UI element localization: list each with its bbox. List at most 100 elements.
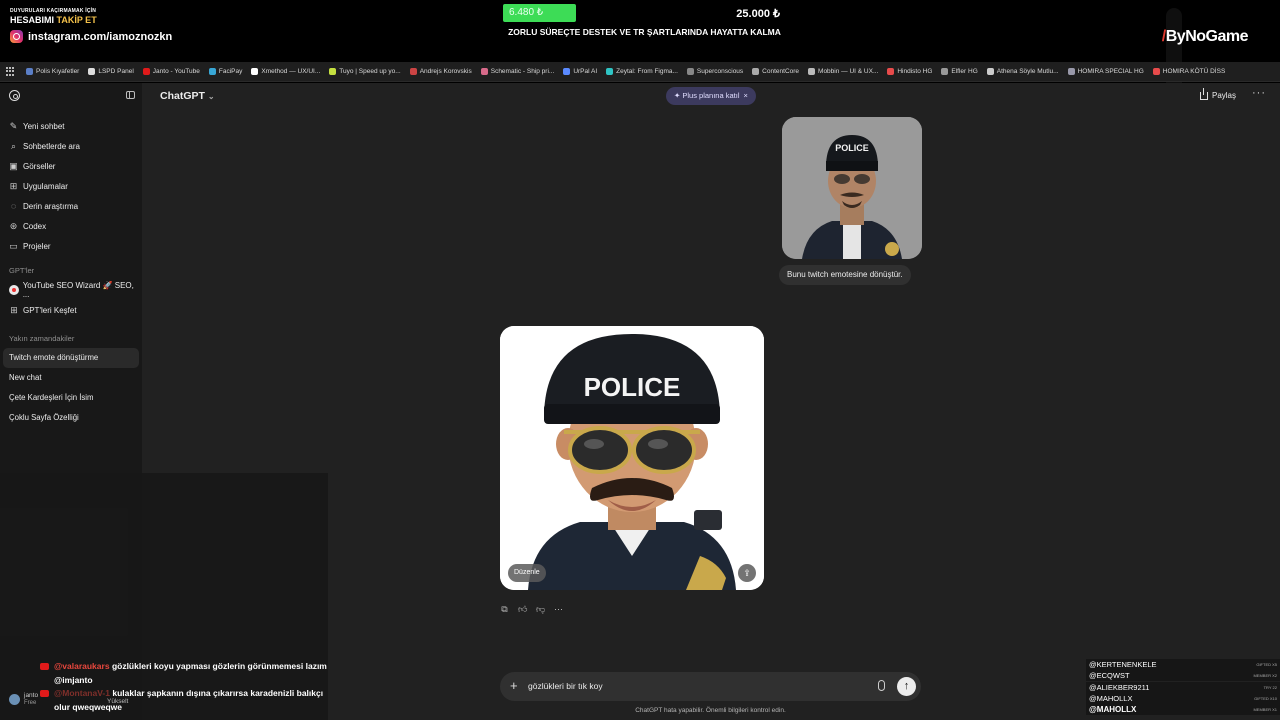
share-icon bbox=[1199, 87, 1208, 100]
police-emote-illustration: POLICE bbox=[500, 326, 764, 590]
recent-chat-item[interactable]: New chat bbox=[3, 368, 139, 388]
composer-input[interactable]: gözlükleri bir tık koy bbox=[528, 681, 603, 691]
bookmark-item[interactable]: ContentCore bbox=[752, 68, 799, 75]
recent-list: Twitch emote dönüştürme New chat Çete Kard… bbox=[3, 348, 139, 428]
microphone-icon[interactable] bbox=[878, 680, 885, 691]
gpt-avatar-icon bbox=[9, 285, 19, 295]
bookmark-favicon-icon bbox=[329, 68, 337, 75]
new-chat-icon: ✎ bbox=[9, 120, 18, 131]
bookmark-favicon-icon bbox=[1152, 68, 1160, 75]
sidebar-item-new-chat[interactable]: ✎ Yeni sohbet bbox=[3, 116, 139, 136]
search-chats-icon: ⌕ bbox=[10, 140, 17, 151]
bookmark-item[interactable]: Schematic - Ship pri... bbox=[480, 68, 554, 75]
attach-plus-icon[interactable]: + bbox=[510, 678, 518, 694]
sidebar-item-deep-research[interactable]: ◌ Derin araştırma bbox=[3, 196, 139, 216]
sidebar-top bbox=[9, 90, 135, 104]
sidebar-item-explore-gpts[interactable]: ⊞ GPT'leri Keşfet bbox=[3, 300, 139, 320]
bookmark-favicon-icon bbox=[808, 68, 816, 75]
bookmark-favicon-icon bbox=[142, 68, 150, 75]
youtube-icon bbox=[40, 690, 49, 697]
generated-image[interactable]: POLICE Düzenle ⇪ bbox=[500, 326, 764, 590]
member-badge: GIFTED X5 bbox=[1256, 662, 1277, 667]
bookmark-item[interactable]: Polis Kıyafetler bbox=[26, 68, 79, 75]
bookmark-favicon-icon bbox=[606, 68, 614, 75]
chat-message: @valaraukars gözlükleri koyu yapması göz… bbox=[40, 660, 330, 687]
donation-goal-bar: 6.480 ₺ 25.000 ₺ bbox=[503, 4, 784, 22]
close-icon[interactable]: × bbox=[744, 87, 748, 105]
more-options-button[interactable]: ··· bbox=[1252, 87, 1266, 99]
send-button[interactable]: ↑ bbox=[897, 677, 916, 696]
close-sidebar-icon[interactable] bbox=[126, 91, 135, 99]
goal-text: ZORLU SÜREÇTE DESTEK VE TR ŞARTLARINDA H… bbox=[508, 27, 781, 37]
model-selector[interactable]: ChatGPT ⌄ bbox=[160, 90, 215, 102]
images-icon: ▣ bbox=[9, 160, 18, 171]
share-button[interactable]: Paylaş bbox=[1199, 87, 1236, 100]
recent-chat-item[interactable]: Çete Kardeşleri İçin İsim bbox=[3, 388, 139, 408]
screen: DUYURULARI KAÇIRMAMAK İÇİN HESABIMI TAKİ… bbox=[0, 0, 1280, 720]
sidebar-item-images[interactable]: ▣ Görseller bbox=[3, 156, 139, 176]
apps-icon: ⊞ bbox=[9, 180, 18, 191]
bookmark-item[interactable]: UrPal AI bbox=[563, 68, 597, 75]
plus-plan-pill[interactable]: ✦ Plus planına katıl × bbox=[666, 87, 756, 105]
thumbs-up-icon[interactable]: 👍︎ bbox=[518, 605, 527, 614]
bookmark-favicon-icon bbox=[208, 68, 216, 75]
bookmark-item[interactable]: Tuyo | Speed up yo... bbox=[329, 68, 401, 75]
bookmark-favicon-icon bbox=[1067, 68, 1075, 75]
message-composer[interactable]: + gözlükleri bir tık koy ↑ bbox=[500, 672, 921, 701]
bookmark-item[interactable]: Athena Söyle Mutlu... bbox=[986, 68, 1059, 75]
bookmark-item[interactable]: Xmethod — UX/UI... bbox=[251, 68, 320, 75]
bookmark-favicon-icon bbox=[752, 68, 760, 75]
bookmark-item[interactable]: HOMIRA SPECIAL HG bbox=[1067, 68, 1144, 75]
apps-grid-icon[interactable] bbox=[6, 66, 16, 77]
sidebar-item-codex[interactable]: ⊛ Codex bbox=[3, 216, 139, 236]
member-row: @MAHOLLX MEMBER X1 bbox=[1086, 704, 1280, 716]
bookmark-item[interactable]: Hindisto HG bbox=[887, 68, 932, 75]
bookmark-item[interactable]: Elfler HG bbox=[941, 68, 978, 75]
uploaded-photo: POLICE bbox=[782, 117, 922, 259]
chat-message: @MontanaV-1 kulaklar şapkanın dışına çık… bbox=[40, 687, 330, 714]
bookmark-favicon-icon bbox=[480, 68, 488, 75]
member-badge: MEMBER X2 bbox=[1253, 673, 1277, 679]
gpts-section-label: GPT'ler bbox=[9, 266, 35, 275]
more-actions-icon[interactable]: ⋯ bbox=[554, 605, 563, 614]
thumbs-down-icon[interactable]: 👎︎ bbox=[536, 605, 545, 614]
member-badge: TRY 22 bbox=[1263, 684, 1277, 690]
sidebar-item-gpt[interactable]: YouTube SEO Wizard 🚀 SEO, ... bbox=[3, 280, 139, 300]
nav-list: ✎ Yeni sohbet ⌕ Sohbetlerde ara ▣ Görseller ⊞ U… bbox=[3, 116, 139, 256]
copy-icon[interactable]: ⧉ bbox=[500, 605, 509, 614]
uploaded-image[interactable]: POLICE bbox=[782, 117, 922, 259]
bookmark-favicon-icon bbox=[88, 68, 96, 75]
instagram-row: instagram.com/iamoznozkn bbox=[10, 30, 172, 43]
bookmark-item[interactable]: Andrejs Korovskis bbox=[409, 68, 472, 75]
sidebar-item-search-chats[interactable]: ⌕ Sohbetlerde ara bbox=[3, 136, 139, 156]
bookmark-item[interactable]: Zeytal: From Figma... bbox=[606, 68, 678, 75]
sidebar-item-apps[interactable]: ⊞ Uygulamalar bbox=[3, 176, 139, 196]
promo-block: DUYURULARI KAÇIRMAMAK İÇİN HESABIMI TAKİ… bbox=[10, 8, 172, 43]
member-row: @MAHOLLX GIFTED X10 bbox=[1086, 692, 1280, 704]
recent-chat-item[interactable]: Twitch emote dönüştürme bbox=[3, 348, 139, 368]
promo-line2: HESABIMI TAKİP ET bbox=[10, 15, 97, 25]
sidebar-item-projects[interactable]: ▭ Projeler bbox=[3, 236, 139, 256]
bookmark-item[interactable]: Janto - YouTube bbox=[142, 68, 200, 75]
account-chip[interactable]: janto Free bbox=[9, 692, 38, 706]
bookmark-item[interactable]: Mobbin — UI & UX... bbox=[808, 68, 878, 75]
chevron-down-icon: ⌄ bbox=[207, 92, 215, 101]
recent-chat-item[interactable]: Çoklu Sayfa Özelliği bbox=[3, 408, 139, 428]
member-row: @ECQWST MEMBER X2 bbox=[1086, 670, 1280, 682]
bookmark-item[interactable]: FaciPay bbox=[208, 68, 242, 75]
message-actions: ⧉ 👍︎ 👎︎ ⋯ bbox=[500, 605, 563, 614]
bookmark-item[interactable]: Superconscious bbox=[686, 68, 743, 75]
bookmark-item[interactable]: HOMIRA KÖTÜ DİSS bbox=[1152, 68, 1225, 75]
recent-section-label: Yakın zamandakiler bbox=[9, 334, 75, 343]
bookmark-favicon-icon bbox=[251, 68, 259, 75]
projects-icon: ▭ bbox=[9, 240, 18, 251]
upgrade-button[interactable]: Yükselt bbox=[107, 698, 128, 705]
share-image-icon[interactable]: ⇪ bbox=[738, 564, 756, 582]
goal-current: 6.480 ₺ bbox=[509, 7, 544, 18]
edit-image-button[interactable]: Düzenle bbox=[508, 564, 546, 582]
openai-logo-icon[interactable] bbox=[9, 90, 20, 101]
beanie-police-label: POLICE bbox=[584, 372, 681, 402]
sidebar-nav: ✎ Yeni sohbet ⌕ Sohbetlerde ara ▣ Görseller ⊞ U… bbox=[3, 116, 139, 428]
bookmark-item[interactable]: LSPD Panel bbox=[88, 68, 134, 75]
bookmark-favicon-icon bbox=[563, 68, 571, 75]
